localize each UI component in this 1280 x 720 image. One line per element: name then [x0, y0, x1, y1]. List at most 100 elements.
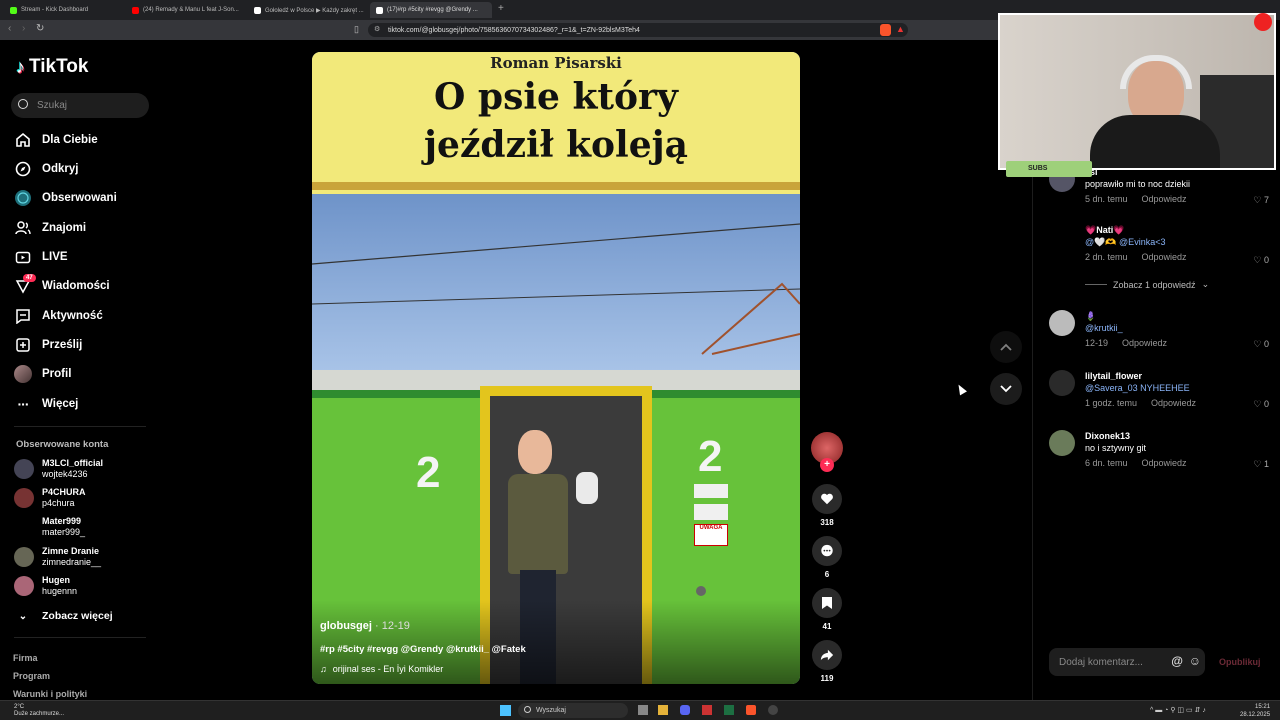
followed-account[interactable]: Hugen hugennn [14, 575, 77, 597]
comment-item: 🪻 @krutkii_ 12-19 Odpowiedz ♡ 0 [1049, 310, 1269, 360]
messages-badge: 47 [23, 274, 36, 282]
comment-like[interactable]: ♡ 1 [1253, 458, 1269, 470]
comments-panel: ssi poprawiło mi to noc dziekii 5 dn. te… [1032, 160, 1280, 700]
reply-button[interactable]: Odpowiedz [1142, 193, 1187, 205]
tiktok-logo[interactable]: ♪ TikTok [16, 56, 88, 78]
comment-item: Dixonek13 no i sztywny git 6 dn. temu Odp… [1049, 430, 1269, 480]
browser-tab[interactable]: (24) Remady & Manu L feat J-Son... [126, 2, 246, 18]
url-field[interactable]: ⚙ tiktok.com/@globusgej/photo/7585636070… [368, 23, 908, 37]
video-player[interactable]: Roman Pisarski O psie który jeździł kole… [312, 52, 800, 684]
book-cover: Roman Pisarski O psie który jeździł kole… [312, 52, 800, 194]
chevron-down-icon: ⌄ [1201, 279, 1210, 289]
obs-icon[interactable] [768, 705, 778, 715]
emoji-icon[interactable]: ☺ [1189, 654, 1201, 668]
brave-rewards-icon[interactable]: ▲ [896, 24, 905, 34]
footer-link[interactable]: Program [13, 671, 50, 681]
new-tab-icon[interactable]: + [498, 3, 504, 14]
reply-button[interactable]: Odpowiedz [1122, 337, 1167, 349]
video-author[interactable]: globusgej [320, 620, 372, 632]
app-icon[interactable] [702, 705, 712, 715]
search-input[interactable]: Szukaj [11, 93, 149, 118]
nav-item-profile[interactable]: Profil [14, 363, 71, 385]
nav-item-upload[interactable]: Prześlij [14, 334, 82, 356]
heart-outline-icon: ♡ [1253, 255, 1262, 265]
train-number-right: 2 [698, 432, 723, 481]
followed-account[interactable]: Mater999 mater999_ [14, 516, 85, 538]
reply-button[interactable]: Odpowiedz [1142, 251, 1187, 263]
brave-icon[interactable] [746, 705, 756, 715]
video-sound[interactable]: ♫ orijinal ses - En İyi Komikler [320, 664, 443, 674]
share-button[interactable]: 119 [810, 640, 844, 683]
reply-button[interactable]: Odpowiedz [1142, 457, 1187, 469]
bookmark-icon[interactable]: ▯ [354, 24, 359, 35]
next-video-button[interactable] [990, 373, 1022, 405]
avatar[interactable] [1049, 430, 1075, 456]
browser-tab-active[interactable]: (17)#rp #5city #revgg @Grendy ... [370, 2, 492, 18]
browser-tab[interactable]: Stream - Kick Dashboard [4, 2, 124, 18]
forward-icon[interactable]: › [22, 23, 25, 34]
train-sticker [694, 504, 728, 520]
file-explorer-icon[interactable] [658, 705, 668, 715]
browser-tab[interactable]: Gołoledź w Polsce ▶ Każdy zakręt ... [248, 2, 366, 18]
avatar [14, 517, 34, 537]
taskbar-search[interactable]: Wyszukaj [518, 703, 628, 718]
action-bar: + 318 6 41 119 [810, 430, 844, 690]
video-date: 12-19 [381, 620, 410, 632]
follow-plus-icon[interactable]: + [820, 458, 834, 472]
comment-like[interactable]: ♡ 0 [1253, 398, 1269, 410]
back-icon[interactable]: ‹ [8, 23, 11, 34]
avatar[interactable] [1049, 370, 1075, 396]
task-view-icon[interactable] [638, 705, 648, 715]
previous-video-button[interactable] [990, 331, 1022, 363]
activity-icon [14, 307, 32, 325]
nav-item-activity[interactable]: Aktywność [14, 305, 103, 327]
weather-widget[interactable]: 2°C Duże zachmurze... [14, 704, 64, 718]
followed-account[interactable]: M3LCI_official wojtek4236 [14, 458, 103, 480]
profile-icon [14, 365, 32, 383]
brave-shield-icon[interactable] [880, 24, 891, 36]
reply-button[interactable]: Odpowiedz [1151, 397, 1196, 409]
system-tray-icon[interactable]: ^ ▬ ◔ ⚲ ◫ ▭ ⇵ ♪ [1150, 706, 1206, 714]
reload-icon[interactable]: ↻ [36, 23, 44, 34]
train-number-left: 2 [416, 448, 441, 497]
search-icon [524, 706, 531, 713]
avatar[interactable] [1049, 310, 1075, 336]
comment-like[interactable]: ♡ 0 [1253, 338, 1269, 350]
chevron-down-icon [1000, 385, 1012, 393]
nav-item-more[interactable]: ··· Więcej [14, 393, 79, 415]
clock[interactable]: 15:21 28.12.2025 [1240, 703, 1270, 719]
nav-item-friends[interactable]: Znajomi [14, 217, 86, 239]
mouse-cursor [955, 382, 967, 396]
train-sticker [694, 484, 728, 498]
save-button[interactable]: 41 [810, 588, 844, 631]
mention-icon[interactable]: @ [1171, 654, 1183, 668]
chevron-up-icon [1000, 343, 1012, 351]
taskbar: 2°C Duże zachmurze... Wyszukaj ^ ▬ ◔ ⚲ ◫… [0, 700, 1280, 720]
excel-icon[interactable] [724, 705, 734, 715]
nav-item-for-you[interactable]: Dla Ciebie [14, 129, 98, 151]
catenary-wires [312, 223, 800, 355]
publish-button[interactable]: Opublikuj [1219, 657, 1261, 667]
followed-account[interactable]: Zimne Dranie zimnedranie__ [14, 546, 101, 568]
footer-link[interactable]: Firma [13, 653, 38, 663]
avatar [14, 547, 34, 567]
start-icon[interactable] [500, 705, 511, 716]
comment-button[interactable]: 6 [810, 536, 844, 579]
nav-item-messages[interactable]: 47 Wiadomości [14, 274, 110, 297]
nav-item-following[interactable]: Obserwowani [14, 187, 117, 209]
discord-icon[interactable] [680, 705, 690, 715]
messages-icon: 47 [14, 274, 36, 295]
nav-item-explore[interactable]: Odkryj [14, 158, 78, 180]
comment-like[interactable]: ♡ 0 [1253, 254, 1269, 266]
see-more-accounts[interactable]: ⌄ Zobacz więcej [14, 605, 113, 627]
like-button[interactable]: 318 [810, 484, 844, 527]
comment-input[interactable]: Dodaj komentarz... @ ☺ [1049, 648, 1205, 676]
avatar [14, 576, 34, 596]
creator-avatar[interactable]: + [810, 432, 844, 472]
footer-link[interactable]: Warunki i polityki [13, 689, 87, 699]
comment-like[interactable]: ♡ 7 [1253, 194, 1269, 206]
view-replies-button[interactable]: Zobacz 1 odpowiedź ⌄ [1085, 279, 1209, 290]
nav-item-live[interactable]: LIVE [14, 246, 68, 268]
divider-line [1085, 284, 1107, 285]
followed-account[interactable]: P4CHURA p4chura [14, 487, 86, 509]
